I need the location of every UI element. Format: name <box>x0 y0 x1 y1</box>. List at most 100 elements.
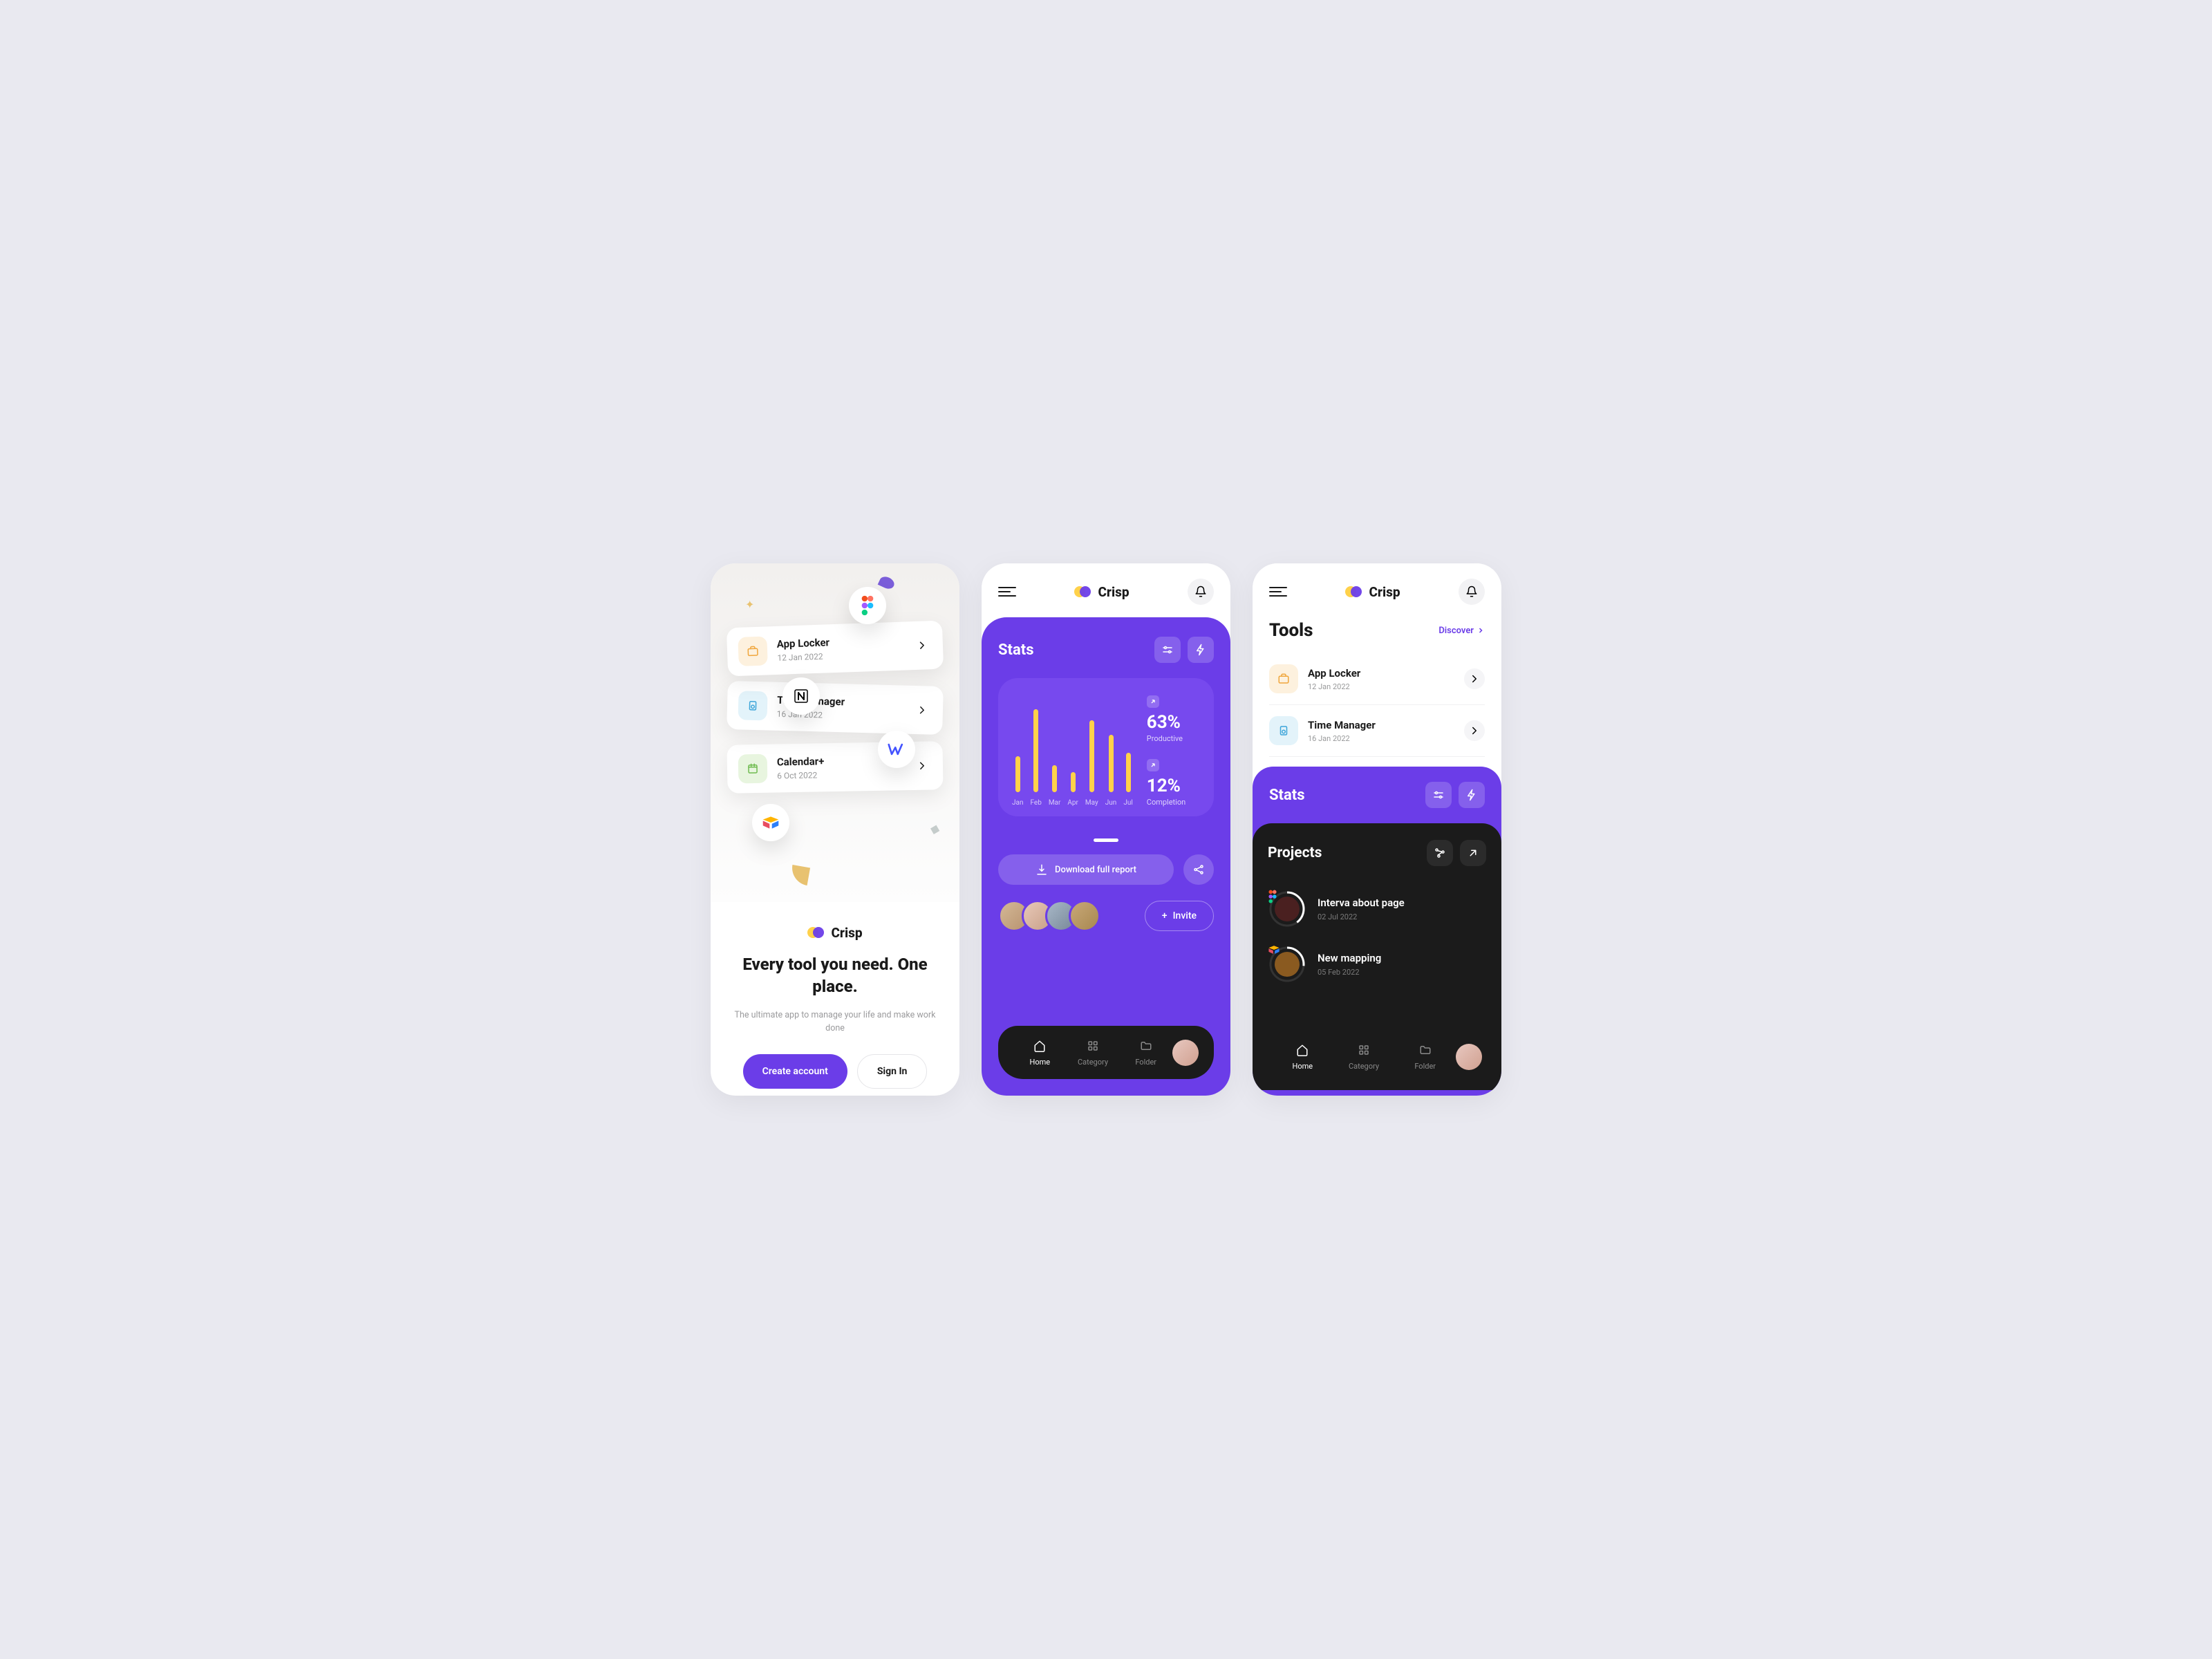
briefcase-icon <box>738 636 767 666</box>
discover-link[interactable]: Discover <box>1438 626 1485 636</box>
grid-icon <box>1356 1042 1371 1058</box>
filter-icon[interactable] <box>1154 637 1181 663</box>
bottom-nav: Home Category Folder <box>998 1026 1214 1079</box>
progress-ring <box>1268 890 1306 928</box>
bar-feb: Feb <box>1030 709 1041 807</box>
share-icon[interactable] <box>1183 854 1214 885</box>
decor-leaf <box>878 574 897 591</box>
profile-avatar[interactable] <box>1456 1044 1482 1070</box>
nav-label: Category <box>1078 1058 1108 1067</box>
folder-icon <box>1418 1042 1433 1058</box>
team-avatars <box>998 900 1100 932</box>
onboarding-screen: ✦ ◆ App Locker12 Jan 2022 Time Manager16… <box>711 563 959 1096</box>
tool-app-locker[interactable]: App Locker 12 Jan 2022 <box>1269 653 1485 705</box>
profile-avatar[interactable] <box>1172 1040 1199 1066</box>
chevron-right-icon <box>912 756 932 776</box>
stats-screen: Crisp Stats Jan Feb Mar Apr May Jun Jul 63% Pr… <box>982 563 1230 1096</box>
nav-label: Category <box>1349 1062 1379 1071</box>
tool-date: 16 Jan 2022 <box>1308 734 1454 743</box>
projects-title: Projects <box>1268 845 1322 861</box>
home-icon <box>1295 1042 1310 1058</box>
nav-category[interactable]: Category <box>1067 1038 1120 1067</box>
tools-title: Tools <box>1269 620 1313 641</box>
stats-chart: Jan Feb Mar Apr May Jun Jul 63% Productive 12%… <box>998 678 1214 816</box>
tool-card-date: 12 Jan 2022 <box>777 649 903 663</box>
download-report-button[interactable]: Download full report <box>998 854 1174 885</box>
project-date: 05 Feb 2022 <box>1318 968 1486 977</box>
tool-card-app-locker[interactable]: App Locker12 Jan 2022 <box>727 621 944 677</box>
bell-icon[interactable] <box>1459 579 1485 605</box>
bar-apr: Apr <box>1067 772 1078 807</box>
decor-sparkle: ✦ <box>745 598 754 611</box>
bolt-icon[interactable] <box>1188 637 1214 663</box>
hero-illustration: ✦ ◆ App Locker12 Jan 2022 Time Manager16… <box>711 563 959 902</box>
project-interva[interactable]: Interva about page02 Jul 2022 <box>1268 881 1486 937</box>
figma-icon <box>849 587 886 624</box>
tool-card-title: App Locker <box>776 634 903 650</box>
brand-name: Crisp <box>1369 584 1400 600</box>
brand-logo: Crisp <box>1345 583 1400 600</box>
brand-name: Crisp <box>831 925 862 941</box>
chevron-right-icon <box>912 700 932 720</box>
nodes-icon[interactable] <box>1427 840 1453 866</box>
create-account-button[interactable]: Create account <box>743 1054 847 1089</box>
brand-logo: Crisp <box>1074 583 1129 600</box>
sign-in-button[interactable]: Sign In <box>857 1054 928 1089</box>
arrow-up-icon <box>1147 695 1159 708</box>
stats-title: Stats <box>1269 787 1305 804</box>
nav-home[interactable]: Home <box>1013 1038 1067 1067</box>
bolt-icon[interactable] <box>1459 782 1485 808</box>
nav-label: Folder <box>1135 1058 1156 1067</box>
project-title: New mapping <box>1318 952 1486 964</box>
arrow-up-icon <box>1147 759 1159 771</box>
tools-screen: Crisp Tools Discover App Locker 12 Jan 20… <box>1253 563 1501 1096</box>
brand-name: Crisp <box>1098 584 1129 600</box>
tool-title: App Locker <box>1308 667 1454 679</box>
kpi-productive-value: 63% <box>1147 712 1213 733</box>
notion-icon <box>782 677 820 715</box>
filter-icon[interactable] <box>1425 782 1452 808</box>
invite-label: Invite <box>1173 910 1197 921</box>
hero-subtitle: The ultimate app to manage your life and… <box>730 1009 940 1035</box>
decor-diamond: ◆ <box>929 821 942 838</box>
tool-title: Time Manager <box>1308 719 1454 731</box>
nav-home[interactable]: Home <box>1272 1042 1333 1071</box>
chevron-right-icon <box>912 635 932 655</box>
discover-label: Discover <box>1438 626 1474 636</box>
nav-folder[interactable]: Folder <box>1119 1038 1172 1067</box>
invite-button[interactable]: + Invite <box>1145 901 1214 931</box>
bar-jan: Jan <box>1012 756 1023 807</box>
kpi-completion-value: 12% <box>1147 776 1213 796</box>
home-icon <box>1032 1038 1047 1053</box>
avatar <box>1069 900 1100 932</box>
kpi-completion-label: Completion <box>1147 798 1213 807</box>
nav-category[interactable]: Category <box>1333 1042 1395 1071</box>
menu-icon[interactable] <box>998 587 1016 597</box>
nav-label: Home <box>1030 1058 1051 1067</box>
menu-icon[interactable] <box>1269 587 1287 597</box>
arrow-up-right-icon[interactable] <box>1460 840 1486 866</box>
bell-icon[interactable] <box>1188 579 1214 605</box>
chevron-right-icon <box>1464 668 1485 689</box>
bar-may: May <box>1085 720 1098 807</box>
clipboard-icon <box>1269 716 1298 745</box>
tool-date: 12 Jan 2022 <box>1308 682 1454 691</box>
airtable-icon <box>752 804 789 841</box>
project-date: 02 Jul 2022 <box>1318 912 1486 921</box>
tool-card-time-manager[interactable]: Time Manager16 Jan 2022 <box>727 681 944 735</box>
clipboard-icon <box>738 691 767 720</box>
tool-card-date: 6 Oct 2022 <box>777 769 903 780</box>
project-mapping[interactable]: New mapping 05 Feb 2022 <box>1268 937 1486 992</box>
stats-title: Stats <box>998 641 1034 659</box>
chevron-right-icon <box>1464 720 1485 741</box>
bar-mar: Mar <box>1049 765 1061 807</box>
decor-quarter <box>789 865 810 885</box>
kpi-productive-label: Productive <box>1147 734 1213 743</box>
brand-logo: Crisp <box>807 924 862 941</box>
bar-jun: Jun <box>1105 735 1117 807</box>
folder-icon <box>1138 1038 1154 1053</box>
hero-headline: Every tool you need. One place. <box>730 953 940 998</box>
tool-time-manager[interactable]: Time Manager 16 Jan 2022 <box>1269 705 1485 757</box>
bar-jul: Jul <box>1123 753 1132 807</box>
nav-folder[interactable]: Folder <box>1394 1042 1456 1071</box>
